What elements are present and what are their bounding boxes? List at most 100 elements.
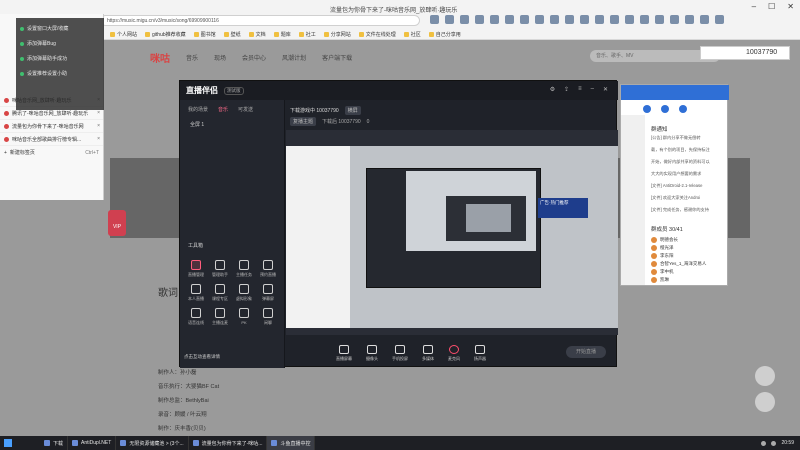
bookmark-item[interactable]: 壁纸 [223,31,241,38]
extension-icon[interactable] [685,15,694,24]
close-icon[interactable]: ✕ [603,86,608,93]
close-icon[interactable]: ✕ [787,2,794,11]
activity-badge[interactable]: 复播主题 [290,117,317,126]
extension-icon[interactable] [490,15,499,24]
tool-item[interactable]: PK [232,308,256,326]
bookmark-item[interactable]: 社工 [298,31,316,38]
bookmark-item[interactable]: 题库 [273,31,291,38]
tool-item[interactable]: 本人直播 [184,284,208,302]
notification-item[interactable]: 添加弹幕助手成功 [20,51,100,66]
extension-icon[interactable] [595,15,604,24]
share-icon[interactable]: ⇪ [564,86,569,93]
bookmark-item[interactable]: 分享网站 [323,31,351,38]
tool-item[interactable]: 闲聊 [256,308,280,326]
extension-icon[interactable] [715,15,724,24]
tool-item[interactable]: 管理助手 [208,260,232,278]
room-orientation-badge[interactable]: 横屏 [344,106,361,115]
start-live-button[interactable]: 开始直播 [566,346,606,358]
volume-icon[interactable] [771,440,777,446]
taskbar-item[interactable]: 下载 [40,436,69,450]
notification-item[interactable]: 设置推荐设置小助 [20,66,100,81]
close-icon[interactable]: × [97,136,100,142]
source-button[interactable]: 扬声器 [474,344,486,362]
taskbar-item[interactable]: 斗鱼直播中控 [267,436,316,450]
tab-music[interactable]: 音乐 [218,106,228,113]
play-icon[interactable] [755,392,775,412]
tool-item[interactable]: 语音连线 [184,308,208,326]
bookmark-item[interactable]: 文件在线处理 [358,31,396,38]
new-tab-button[interactable]: + 新建标签页 Ctrl+T [0,146,103,159]
scene-item[interactable]: 全屏 1 [180,119,284,130]
clock[interactable]: 20:59 [781,440,794,446]
bookmark-item[interactable]: 文档 [248,31,266,38]
bookmark-item[interactable]: 社区 [403,31,421,38]
extension-icon[interactable] [640,15,649,24]
member-item[interactable]: 明德会长 [651,237,678,243]
tab-item[interactable]: 咪咕音乐全部歌曲排行榜专辑... × [0,133,103,146]
address-bar[interactable]: https://music.migu.cn/v3/music/song/6990… [100,15,420,26]
extension-icon[interactable] [505,15,514,24]
close-icon[interactable]: × [97,123,100,129]
tool-item[interactable]: 虚拟形象 [232,284,256,302]
extension-icon[interactable] [460,15,469,24]
site-nav-item[interactable]: 现场 [214,53,226,62]
stream-preview[interactable]: 广告·热门推荐 [286,130,618,335]
windows-start-icon[interactable] [4,439,12,447]
member-item[interactable]: 合智Yes_1_海洋交易人 [651,261,706,267]
maximize-icon[interactable]: ☐ [768,2,775,11]
source-button[interactable]: 多媒体 [422,344,434,362]
extension-icon[interactable] [445,15,454,24]
tool-item[interactable]: 主播任务 [232,260,256,278]
member-item[interactable]: 橙光泽 [651,245,674,251]
add-member-icon[interactable] [679,105,687,113]
extension-icon[interactable] [610,15,619,24]
source-button[interactable]: 麦克风 [448,344,460,362]
bookmark-item[interactable]: 个人网站 [110,31,137,38]
bookmark-item[interactable]: 自己分享用 [428,31,461,38]
site-nav-item[interactable]: 会员中心 [242,53,266,62]
minimize-icon[interactable]: – [591,86,594,93]
extension-icon[interactable] [580,15,589,24]
tool-item[interactable]: 课程专区 [208,284,232,302]
extension-icon[interactable] [655,15,664,24]
minimize-icon[interactable]: – [752,2,756,11]
menu-icon[interactable]: ≡ [578,86,582,93]
member-item[interactable]: 李中机 [651,269,674,275]
tool-item[interactable]: 直播管理 [184,260,208,278]
tab-item[interactable]: 流量包为你骨下来了-咪咕音乐网 × [0,120,103,133]
site-nav-item[interactable]: 客户端下载 [322,53,352,62]
tab-sendable[interactable]: 可发送 [238,106,253,113]
member-item[interactable]: 李东阳 [651,253,674,259]
tool-item[interactable]: 弹幕屏 [256,284,280,302]
extension-icon[interactable] [550,15,559,24]
extension-icon[interactable] [535,15,544,24]
video-icon[interactable] [661,105,669,113]
tab-my-scenes[interactable]: 我的场景 [188,106,208,113]
close-icon[interactable]: × [97,110,100,116]
tool-item[interactable]: 预约直播 [256,260,280,278]
extension-icon[interactable] [700,15,709,24]
extension-icon[interactable] [430,15,439,24]
phone-icon[interactable] [643,105,651,113]
site-logo[interactable]: 咪咕 [150,50,170,65]
extension-icon[interactable] [475,15,484,24]
taskbar-item[interactable]: 流量包为你骨下来了-咪咕... [189,436,268,450]
extension-icon[interactable] [670,15,679,24]
source-button[interactable]: 手机投屏 [392,344,408,362]
bookmark-item[interactable]: 图书馆 [193,31,216,38]
headset-icon[interactable] [755,366,775,386]
vip-badge[interactable]: VIP [108,210,126,236]
tool-item[interactable]: 主播连麦 [208,308,232,326]
notification-item[interactable]: 添加弹幕Bug [20,36,100,51]
notification-item[interactable]: 设置窗口大屏/收藏 [20,21,100,36]
bookmark-item[interactable]: github推荐收藏 [145,31,186,38]
extension-icon[interactable] [625,15,634,24]
source-button[interactable]: 直播屏幕 [336,344,352,362]
site-nav-item[interactable]: 音乐 [186,53,198,62]
source-button[interactable]: 摄像头 [366,344,378,362]
extension-icon[interactable] [520,15,529,24]
warning-text[interactable]: 点击互动查看详情 [184,354,220,360]
extension-icon[interactable] [565,15,574,24]
taskbar-item[interactable]: 无限资源储藏池 > (3个... [116,436,189,450]
site-nav-item[interactable]: 风潮计划 [282,53,306,62]
